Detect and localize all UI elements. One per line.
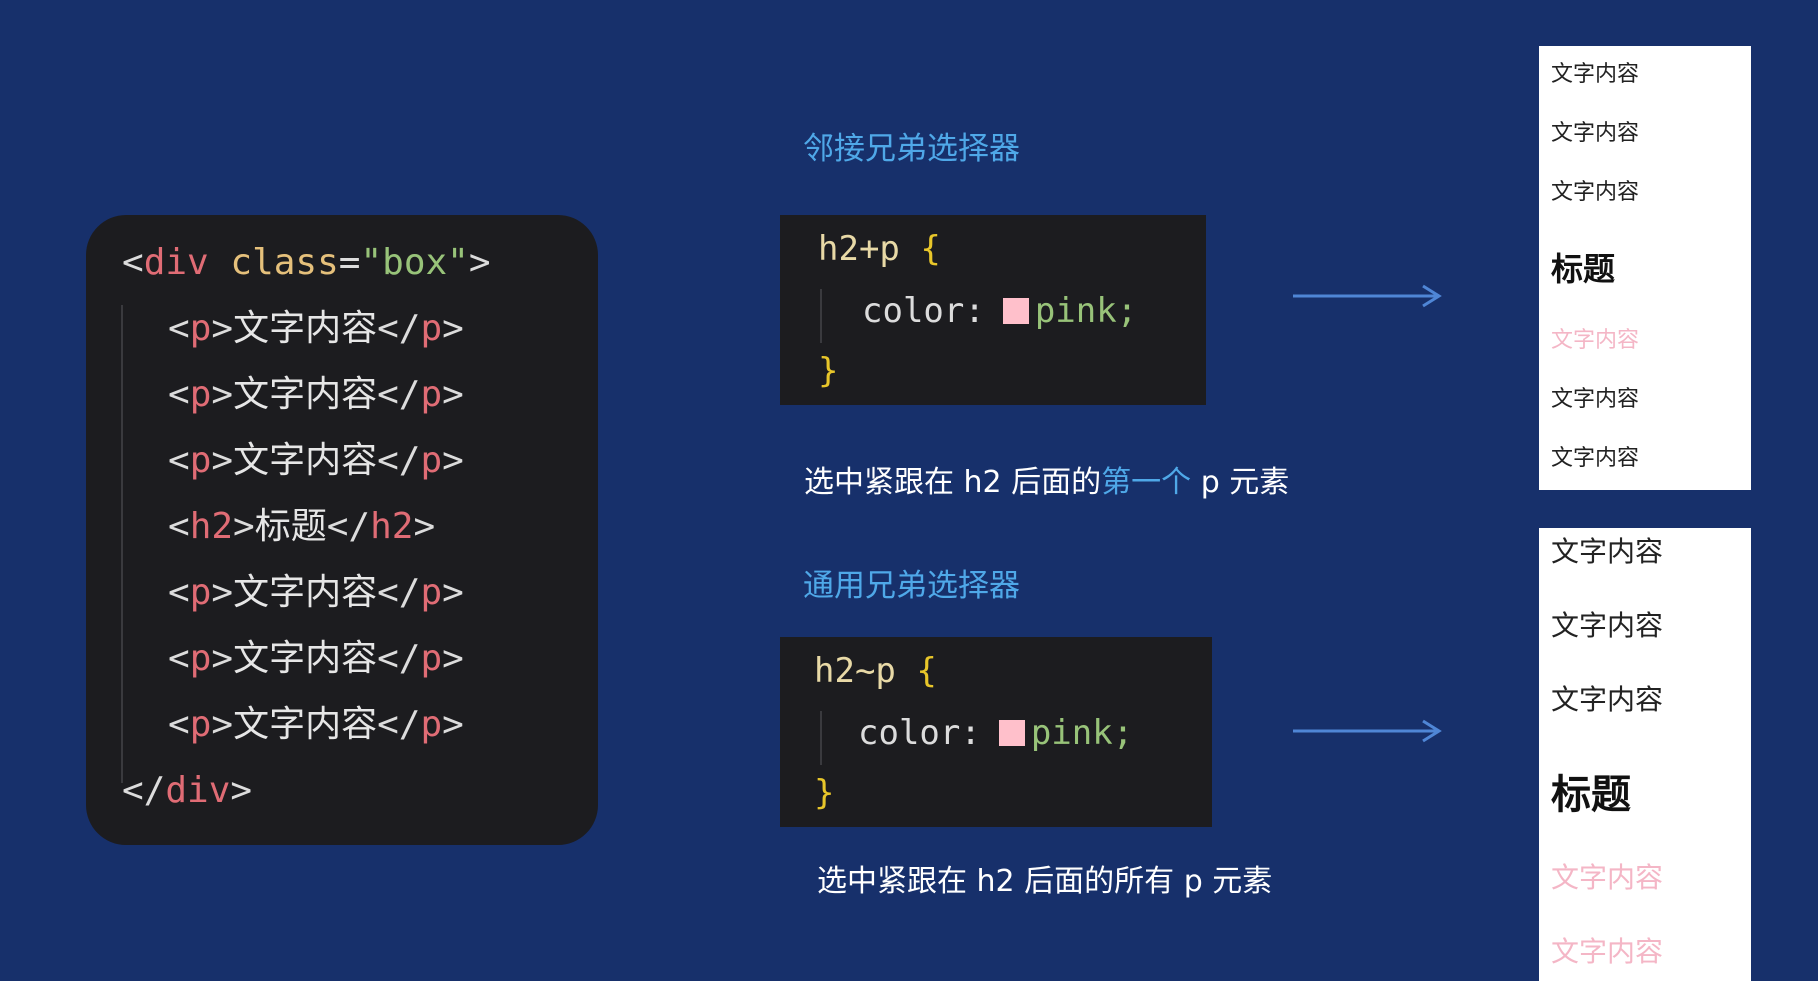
css-selector-line: h2+p { (818, 229, 941, 269)
general-description: 选中紧跟在 h2 后面的所有 p 元素 (817, 864, 1273, 899)
adjacent-css-code: h2+p { color: pink; } (780, 215, 1206, 405)
preview-h2: 标题 (1551, 772, 1631, 818)
preview-p: 文字内容 (1551, 609, 1664, 642)
css-declaration-line: color: pink; (858, 713, 1134, 753)
preview-p: 文字内容 (1551, 180, 1640, 205)
adjacent-selector-title: 邻接兄弟选择器 (803, 131, 1020, 167)
arrow-right-icon (1293, 284, 1442, 308)
pink-color-swatch (1002, 298, 1029, 324)
preview-p: 文字内容 (1551, 121, 1640, 146)
code-line-p: <p>文字内容</p> (168, 572, 464, 613)
lt: < (122, 242, 144, 283)
preview-p: 文字内容 (1551, 446, 1640, 471)
adjacent-description: 选中紧跟在 h2 后面的第一个 p 元素 (804, 465, 1290, 500)
code-line-p: <p>文字内容</p> (168, 374, 464, 415)
css-declaration-line: color: pink; (862, 291, 1138, 331)
css-close-line: } (818, 351, 839, 391)
gt: > (468, 242, 491, 283)
eq: = (338, 242, 361, 283)
preview-p: 文字内容 (1551, 62, 1640, 87)
code-line-p: <p>文字内容</p> (168, 440, 464, 481)
tag-name: div (143, 242, 209, 283)
css-selector-line: h2~p { (814, 651, 937, 691)
arrow-right-icon (1293, 719, 1442, 743)
attr-value: "box" (360, 242, 469, 283)
indent-guide (820, 711, 822, 765)
preview-p-pink: 文字内容 (1551, 935, 1664, 968)
code-line-close-div: </div> (122, 770, 253, 811)
code-line-p: <p>文字内容</p> (168, 308, 464, 349)
preview-h2: 标题 (1551, 250, 1616, 288)
code-line-p: <p>文字内容</p> (168, 704, 464, 745)
preview-p: 文字内容 (1551, 683, 1664, 716)
preview-p-pink: 文字内容 (1551, 861, 1664, 894)
general-preview-panel: 文字内容 文字内容 文字内容 标题 文字内容 文字内容 (1539, 528, 1751, 981)
code-line-open-div: <div class="box"> (122, 241, 491, 285)
code-line-h2: <h2>标题</h2> (168, 506, 436, 547)
indent-guide (121, 305, 123, 783)
adjacent-preview-panel: 文字内容 文字内容 文字内容 标题 文字内容 文字内容 文字内容 (1539, 46, 1751, 490)
preview-p: 文字内容 (1551, 535, 1664, 568)
indent-guide (820, 289, 822, 343)
code-line-p: <p>文字内容</p> (168, 638, 464, 679)
css-close-line: } (814, 773, 835, 813)
html-code-panel: <div class="box"> <p>文字内容</p> <p>文字内容</p… (86, 215, 598, 845)
general-selector-title: 通用兄弟选择器 (803, 568, 1020, 604)
attr-name: class (230, 242, 339, 283)
pink-color-swatch (998, 720, 1025, 746)
preview-p: 文字内容 (1551, 387, 1640, 412)
general-css-code: h2~p { color: pink; } (780, 637, 1212, 827)
preview-p-pink: 文字内容 (1551, 328, 1640, 353)
